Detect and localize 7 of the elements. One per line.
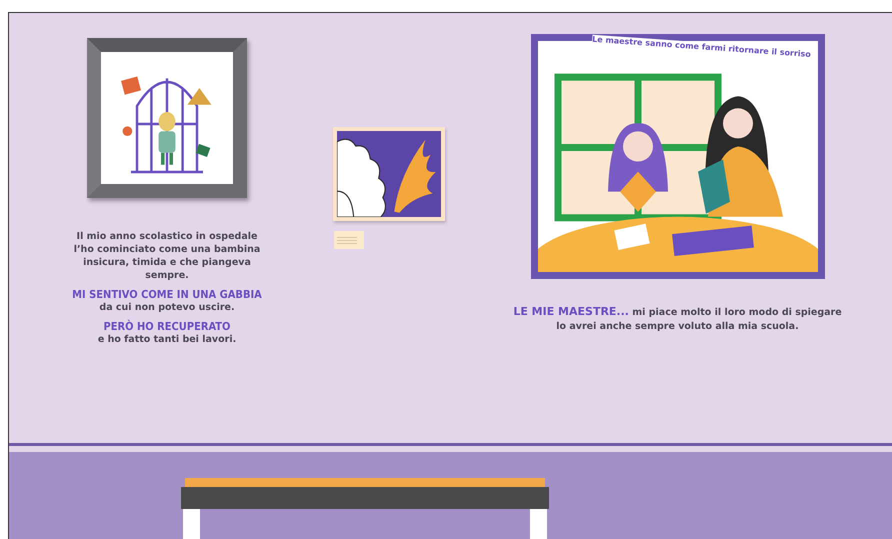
caption-heading: MI SENTIVO COME IN UNA GABBIA [72,288,262,301]
caption-text: Il mio anno scolastico in ospedale l’ho cominciato come una bambina insicura, timida e che piangeva sempre. [74,230,260,282]
caption-text: e ho fatto tanti bei lavori. [98,333,236,346]
caption-text: da cui non potevo uscire. [99,301,235,314]
caption-heading: PERÒ HO RECUPERATO [104,320,230,333]
caption-text: LE MIE MAESTRE... mi piace molto il loro modo di spiegare lo avrei anche sempre voluto alla mia scuola. [513,305,842,334]
label-card [334,231,364,249]
